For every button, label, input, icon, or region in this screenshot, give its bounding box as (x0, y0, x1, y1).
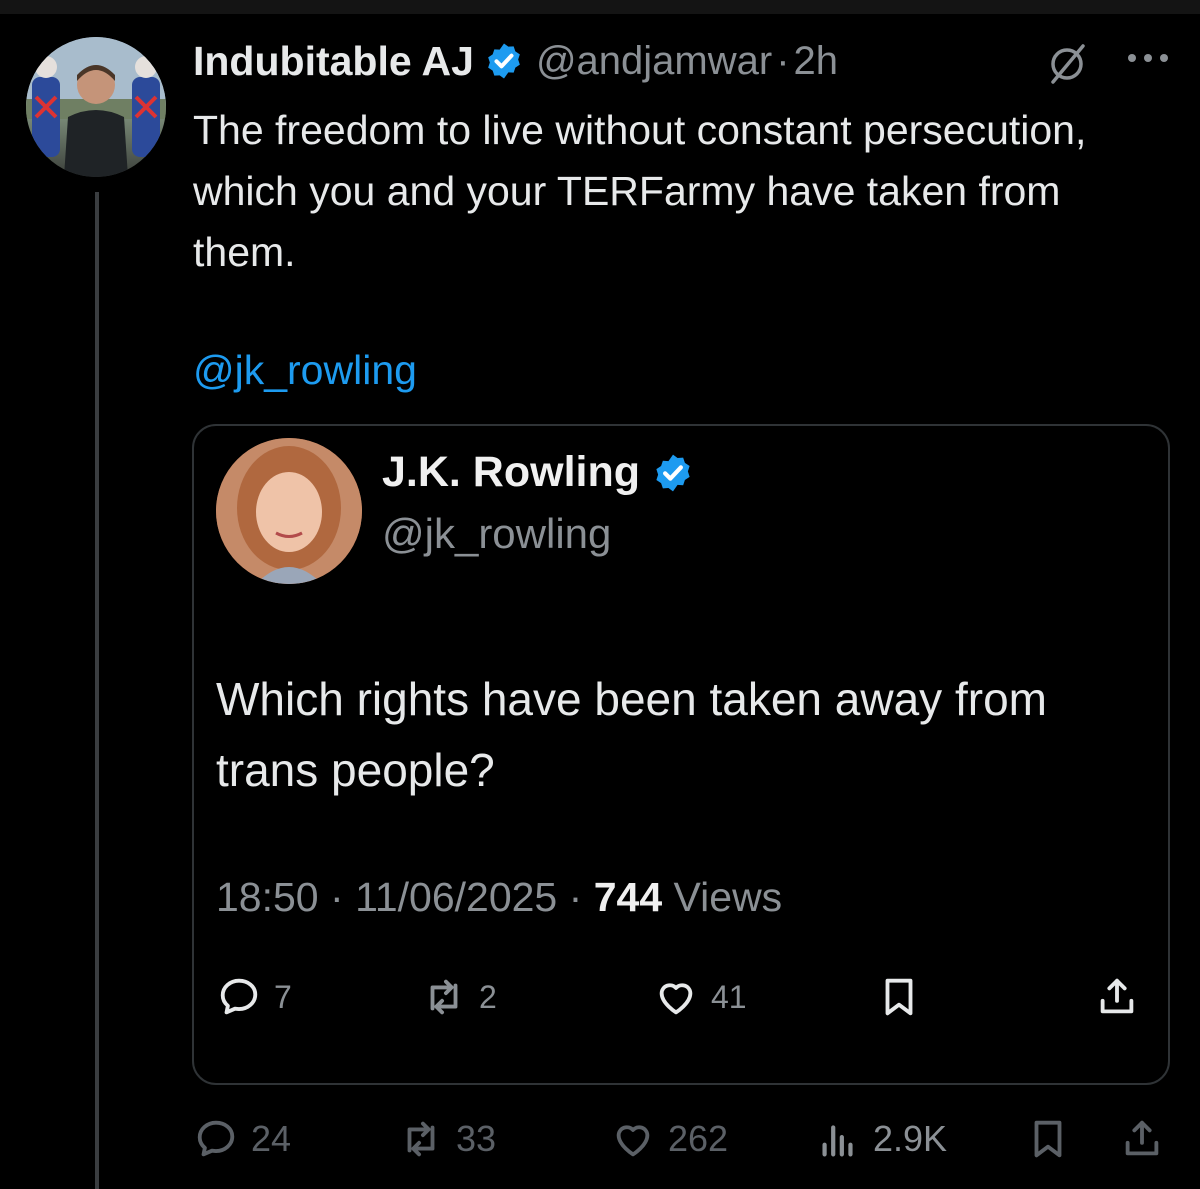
quoted-like-button[interactable]: 41 (653, 974, 747, 1020)
post-time[interactable]: 2h (794, 39, 839, 84)
bookmark-icon (1034, 1120, 1062, 1158)
author-avatar[interactable] (26, 37, 166, 177)
grok-icon[interactable] (1043, 40, 1091, 88)
quoted-author-name-row: J.K. Rowling (382, 448, 694, 497)
separator: · (568, 874, 583, 920)
reply-icon (220, 978, 258, 1015)
verified-badge-icon (656, 454, 690, 491)
quoted-post[interactable]: J.K. Rowling @jk_rowling Which rights ha… (192, 424, 1170, 1085)
repost-button[interactable]: 33 (398, 1116, 496, 1162)
repost-icon (407, 1121, 435, 1157)
separator: · (776, 38, 790, 83)
quoted-time[interactable]: 18:50 (216, 874, 319, 920)
reply-count: 24 (251, 1118, 292, 1159)
quoted-post-text: Which rights have been taken away from t… (216, 673, 1047, 796)
like-button[interactable]: 262 (610, 1116, 728, 1162)
top-bar (0, 0, 1200, 14)
share-button[interactable] (1119, 1116, 1165, 1162)
quoted-post-meta: 18:50 · 11/06/2025 · 744 Views (216, 874, 782, 921)
share-icon (1125, 1120, 1159, 1156)
repost-count: 33 (456, 1118, 497, 1159)
quoted-author-avatar[interactable] (216, 438, 362, 584)
bookmark-icon (885, 978, 913, 1016)
quoted-author-handle[interactable]: @jk_rowling (382, 510, 611, 558)
reply-icon (197, 1120, 235, 1157)
views-button[interactable]: 2.9K (815, 1116, 947, 1162)
quoted-repost-button[interactable]: 2 (421, 974, 497, 1020)
quoted-date[interactable]: 11/06/2025 (355, 874, 557, 920)
views-count: 2.9K (873, 1118, 948, 1159)
repost-icon (430, 979, 458, 1015)
mention-link[interactable]: @jk_rowling (193, 342, 417, 398)
quoted-reply-count: 7 (274, 978, 292, 1015)
verified-badge-icon (488, 43, 520, 79)
more-icon[interactable] (1124, 40, 1172, 80)
analytics-icon (822, 1125, 853, 1157)
post-text: The freedom to live without constant per… (193, 107, 1087, 275)
thread-line (95, 192, 99, 1189)
quoted-share-button[interactable] (1094, 974, 1140, 1020)
quoted-views-label: Views (673, 874, 783, 920)
reply-button[interactable]: 24 (193, 1116, 291, 1162)
quoted-action-bar: 7 2 41 (216, 974, 1156, 1024)
quoted-bookmark-button[interactable] (876, 974, 922, 1020)
separator: · (330, 874, 344, 920)
author-name[interactable]: Indubitable AJ (193, 38, 474, 85)
post-action-bar: 24 33 262 2.9K (193, 1116, 1173, 1166)
like-count: 262 (668, 1118, 729, 1159)
quoted-repost-count: 2 (479, 978, 497, 1015)
quoted-reply-button[interactable]: 7 (216, 974, 292, 1020)
bookmark-button[interactable] (1025, 1116, 1071, 1162)
quoted-like-count: 41 (711, 978, 747, 1015)
quoted-views-count: 744 (593, 874, 663, 920)
post-header: Indubitable AJ @andjamwar · 2h (193, 38, 838, 84)
author-handle[interactable]: @andjamwar (536, 39, 772, 84)
share-icon (1100, 978, 1134, 1014)
quoted-author-name[interactable]: J.K. Rowling (382, 448, 640, 497)
heart-icon (616, 1125, 650, 1157)
heart-icon (659, 983, 693, 1015)
